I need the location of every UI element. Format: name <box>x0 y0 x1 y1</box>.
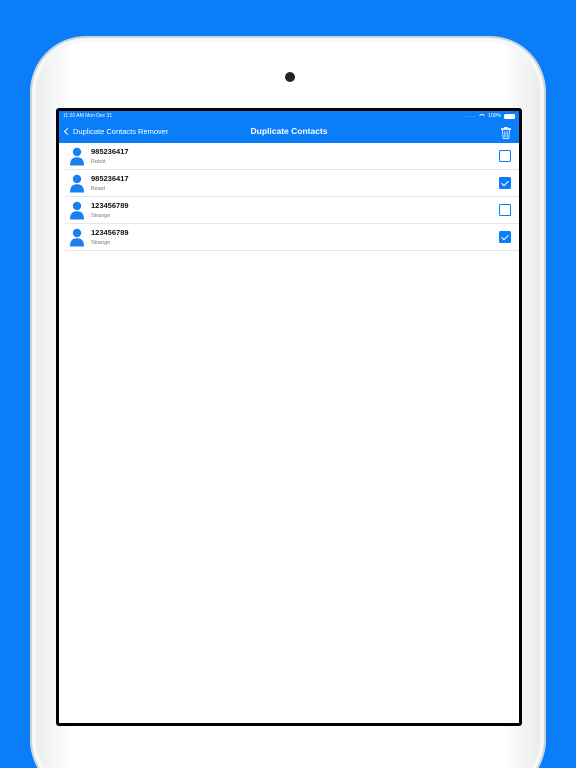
contacts-list: 985236417 Robot 985236417 Beast 12345678… <box>59 143 519 251</box>
contact-name: Robot <box>91 159 106 165</box>
contact-name: Beast <box>91 186 106 192</box>
delete-button[interactable] <box>501 126 511 139</box>
person-icon <box>70 201 84 220</box>
battery-icon <box>504 113 515 119</box>
status-bar: 11:20 AM Mon Dec 31 .... 100% <box>59 111 519 121</box>
wifi-icon <box>478 113 487 119</box>
page-title: Duplicate Contacts <box>250 126 328 136</box>
app-screen: 11:20 AM Mon Dec 31 .... 100% Duplicate … <box>59 111 519 723</box>
contact-number: 985236417 <box>91 174 129 183</box>
person-icon <box>70 174 84 193</box>
list-item[interactable]: 985236417 Robot <box>65 143 519 170</box>
person-icon <box>70 228 84 247</box>
contact-checkbox[interactable] <box>499 150 511 162</box>
contact-name: Strange <box>91 213 111 219</box>
ipad-frame: 11:20 AM Mon Dec 31 .... 100% Duplicate … <box>30 36 546 768</box>
front-camera <box>285 72 295 82</box>
status-time: 11:20 AM Mon Dec 31 <box>63 113 113 119</box>
list-item[interactable]: 123456789 Strange <box>65 224 519 251</box>
contact-name: Strange <box>91 240 111 246</box>
battery-percent: 100% <box>488 113 501 119</box>
person-icon <box>70 147 84 166</box>
navigation-bar: 11:20 AM Mon Dec 31 .... 100% Duplicate … <box>59 111 519 143</box>
contact-checkbox[interactable] <box>499 177 511 189</box>
trash-icon <box>501 127 511 139</box>
contact-number: 985236417 <box>91 147 129 156</box>
screen: 11:20 AM Mon Dec 31 .... 100% Duplicate … <box>56 108 522 726</box>
contact-number: 123456789 <box>91 201 129 210</box>
checkmark-icon <box>501 232 509 240</box>
contact-number: 123456789 <box>91 228 129 237</box>
contact-checkbox[interactable] <box>499 231 511 243</box>
status-right: .... 100% <box>466 113 515 119</box>
list-item[interactable]: 985236417 Beast <box>65 170 519 197</box>
list-item[interactable]: 123456789 Strange <box>65 197 519 224</box>
checkmark-icon <box>501 178 509 186</box>
contact-checkbox[interactable] <box>499 204 511 216</box>
signal-indicator: .... <box>465 113 476 119</box>
